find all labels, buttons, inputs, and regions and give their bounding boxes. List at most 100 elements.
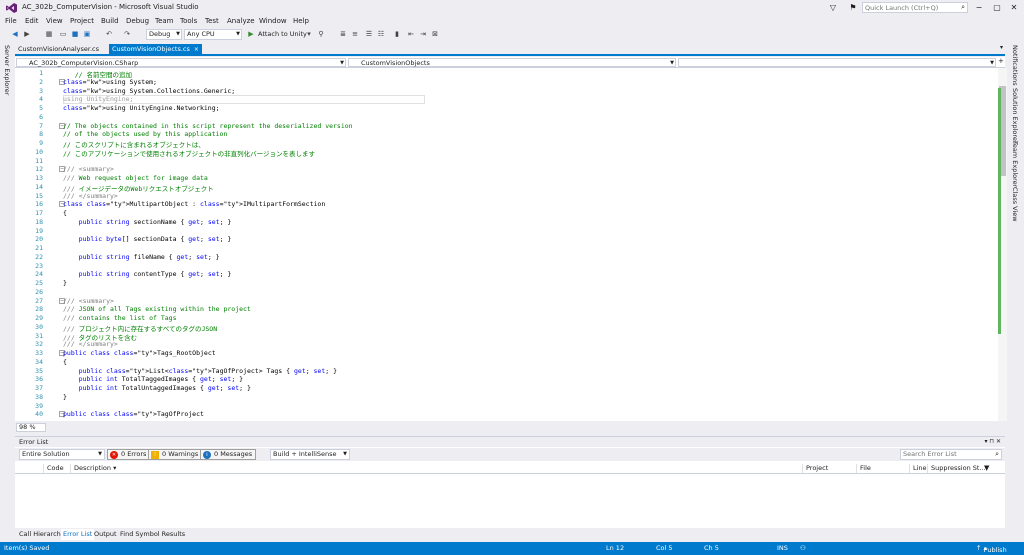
start-icon[interactable]: ▶ <box>246 29 256 39</box>
search-error-list-box[interactable]: Search Error List ⌕ <box>900 449 1002 460</box>
chevron-down-icon: ▼ <box>343 451 347 457</box>
errors-filter-button[interactable]: ✕ 0 Errors <box>107 449 151 460</box>
find-icon[interactable]: ⚲ <box>316 29 326 39</box>
line-number: 17 <box>35 209 43 217</box>
line-number: 16 <box>35 200 43 209</box>
solution-configuration-select[interactable]: Debug ▼ <box>146 29 182 40</box>
undo-icon[interactable]: ↶ <box>104 29 114 39</box>
column-suppression-state[interactable]: Suppression St... <box>927 464 986 473</box>
member-dropdown[interactable]: ▼ <box>678 58 996 67</box>
close-tab-icon[interactable]: × <box>194 46 199 53</box>
split-editor-icon[interactable]: + <box>998 57 1004 65</box>
line-number: 26 <box>35 287 43 296</box>
outdent-icon[interactable]: ≡ <box>350 29 360 39</box>
tab-customvisionobjects[interactable]: CustomVisionObjects.cs × <box>109 44 202 55</box>
tab-customvisionanalyser[interactable]: CustomVisionAnalyser.cs <box>15 44 102 55</box>
menu-test[interactable]: Test <box>205 17 219 25</box>
menu-edit[interactable]: Edit <box>25 17 39 25</box>
dropdown-chevron-icon[interactable]: ▾ <box>304 29 314 39</box>
chevron-down-icon: ▼ <box>670 60 674 66</box>
zoom-select[interactable]: 98 % <box>16 423 46 432</box>
comment-icon[interactable]: ☰ <box>364 29 374 39</box>
project-dropdown[interactable]: AC_302b_ComputerVision.CSharp ▼ <box>16 58 346 67</box>
code-line: /// <summary> <box>63 165 114 174</box>
tab-output[interactable]: Output <box>94 529 117 540</box>
notifications-tab[interactable]: Notifications <box>1011 45 1019 86</box>
line-number: 22 <box>35 252 43 261</box>
filter-icon[interactable]: ▼ <box>984 464 989 472</box>
menu-window[interactable]: Window <box>259 17 287 25</box>
notifications-flag-icon[interactable]: ⚑ <box>846 2 860 14</box>
feedback-icon[interactable]: ▽ <box>826 2 840 14</box>
scope-select[interactable]: Entire Solution ▼ <box>19 449 105 460</box>
tab-find-symbol-results[interactable]: Find Symbol Results <box>120 529 185 540</box>
build-filter-select[interactable]: Build + IntelliSense ▼ <box>270 449 350 460</box>
back-icon[interactable]: ◀ <box>10 29 20 39</box>
menu-view[interactable]: View <box>46 17 63 25</box>
column-description[interactable]: Description ▾ <box>70 464 116 473</box>
server-explorer-tab[interactable]: Server Explorer <box>3 45 11 95</box>
menu-build[interactable]: Build <box>101 17 119 25</box>
live-share-icon[interactable]: ⚇ <box>800 544 806 552</box>
line-number: 4 <box>39 95 43 104</box>
warning-icon: ! <box>151 451 159 459</box>
column-project[interactable]: Project <box>802 464 828 473</box>
column-file[interactable]: File <box>856 464 871 473</box>
tab-label: CustomVisionObjects.cs <box>112 45 190 53</box>
maximize-button[interactable]: ▢ <box>990 2 1004 14</box>
team-explorer-tab[interactable]: Team Explorer <box>1011 141 1019 187</box>
minimize-button[interactable]: − <box>972 2 986 14</box>
line-number: 11 <box>35 156 43 165</box>
tab-call-hierarchy[interactable]: Call Hierarchy <box>19 529 65 540</box>
bookmark-icon[interactable]: ▮ <box>392 29 402 39</box>
menu-analyze[interactable]: Analyze <box>227 17 255 25</box>
line-number: 38 <box>35 392 43 401</box>
code-line: public int TotalTaggedImages { get; set;… <box>78 375 244 384</box>
quick-launch-input[interactable] <box>863 3 955 12</box>
line-number: 7 <box>39 121 43 130</box>
clear-bookmarks-icon[interactable]: ⊠ <box>430 29 440 39</box>
line-number: 15 <box>35 191 43 200</box>
redo-icon[interactable]: ↷ <box>122 29 132 39</box>
tab-error-list[interactable]: Error List <box>61 529 95 540</box>
indent-icon[interactable]: ≣ <box>338 29 348 39</box>
close-button[interactable]: ✕ <box>1007 2 1021 14</box>
attach-to-unity-button[interactable]: Attach to Unity <box>258 30 307 38</box>
forward-icon[interactable]: ▶ <box>22 29 32 39</box>
menu-file[interactable]: File <box>5 17 17 25</box>
new-project-icon[interactable]: ▦ <box>44 29 54 39</box>
solution-platform-select[interactable]: Any CPU ▼ <box>184 29 242 40</box>
save-all-icon[interactable]: ▣ <box>82 29 92 39</box>
uncomment-icon[interactable]: ☷ <box>376 29 386 39</box>
code-editor[interactable]: 1 2−3 4 5 6 7−8 9 10 11 12−13 14 15 16−17 18 19 20 21 22 2… <box>15 68 998 421</box>
menu-team[interactable]: Team <box>155 17 174 25</box>
column-code[interactable]: Code <box>43 464 64 473</box>
editor-bottom-bar: 98 % <box>15 423 1005 432</box>
menu-help[interactable]: Help <box>293 17 309 25</box>
next-bookmark-icon[interactable]: ⇥ <box>418 29 428 39</box>
code-line: public class class="ty">Tags_RootObject <box>63 349 216 357</box>
messages-filter-button[interactable]: i 0 Messages <box>200 449 257 460</box>
line-number: 29 <box>35 314 43 322</box>
line-number: 10 <box>35 147 43 156</box>
prev-bookmark-icon[interactable]: ⇤ <box>406 29 416 39</box>
quick-launch-box[interactable]: ⌕ <box>862 2 968 13</box>
warnings-filter-button[interactable]: ! 0 Warnings <box>148 449 203 460</box>
line-number: 12 <box>35 165 43 174</box>
menu-tools[interactable]: Tools <box>180 17 197 25</box>
solution-explorer-tab[interactable]: Solution Explorer <box>1011 88 1019 144</box>
line-number: 36 <box>35 375 43 384</box>
build-filter-value: Build + IntelliSense <box>273 450 337 458</box>
panel-window-buttons[interactable]: ▾ ⊓ ✕ <box>984 437 1001 447</box>
open-file-icon[interactable]: ▭ <box>58 29 68 39</box>
save-icon[interactable]: ■ <box>70 29 80 39</box>
column-line[interactable]: Line <box>909 464 927 473</box>
menu-project[interactable]: Project <box>70 17 94 25</box>
publish-button[interactable]: ↑ Publish ▴ <box>976 544 1007 554</box>
type-dropdown[interactable]: CustomVisionObjects ▼ <box>348 58 676 67</box>
code-line: // The objects contained in this script … <box>63 121 353 130</box>
menu-debug[interactable]: Debug <box>126 17 149 25</box>
code-line: using UnityEngine; <box>63 95 134 104</box>
class-view-tab[interactable]: Class View <box>1011 187 1019 222</box>
tab-overflow-icon[interactable]: ▾ <box>1000 44 1003 51</box>
